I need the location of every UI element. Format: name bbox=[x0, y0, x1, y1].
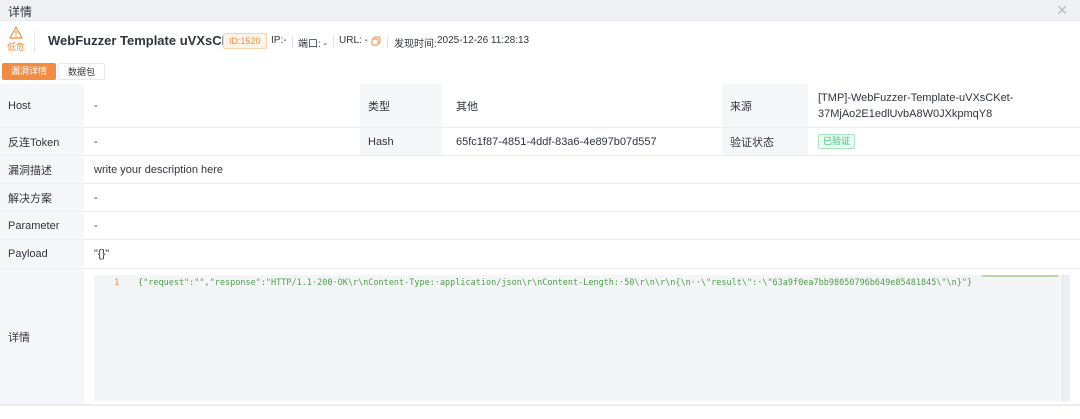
found-time-value: 2025-12-26 11:28:13 bbox=[437, 35, 530, 46]
desc-label: 漏洞描述 bbox=[0, 156, 84, 183]
desc-value: write your description here bbox=[86, 156, 1080, 183]
url-label: URL: - bbox=[339, 35, 368, 46]
table-row: Payload "{}" bbox=[0, 240, 1080, 269]
found-time-label: 发现时间: bbox=[394, 39, 437, 50]
token-value: - bbox=[86, 128, 358, 155]
source-value: [TMP]-WebFuzzer-Template-uVXsCKet- 37MjA… bbox=[810, 84, 1080, 127]
port-label: 端口: - bbox=[298, 39, 327, 50]
tab-vuln-detail[interactable]: 漏洞详情 bbox=[2, 63, 56, 80]
parameter-value: - bbox=[86, 212, 1080, 239]
table-row: Host - 类型 其他 来源 [TMP]-WebFuzzer-Template… bbox=[0, 84, 1080, 128]
parameter-label: Parameter bbox=[0, 212, 84, 239]
host-value: - bbox=[86, 84, 358, 127]
meta-separator bbox=[292, 36, 293, 47]
window-titlebar: 详情 ✕ bbox=[0, 0, 1080, 21]
bottom-border bbox=[0, 405, 1080, 406]
table-row: 漏洞描述 write your description here bbox=[0, 156, 1080, 184]
verify-label: 验证状态 bbox=[722, 128, 808, 155]
type-label: 类型 bbox=[360, 84, 442, 127]
vuln-title: WebFuzzer Template uVXsCKet bbox=[48, 33, 243, 48]
type-value: 其他 bbox=[448, 84, 718, 127]
risk-label: 低危 bbox=[6, 42, 25, 52]
line-number: 1 bbox=[114, 278, 120, 288]
hash-label: Hash bbox=[360, 128, 442, 155]
window-title: 详情 bbox=[8, 5, 33, 19]
table-row: 解决方案 - bbox=[0, 184, 1080, 212]
solution-label: 解决方案 bbox=[0, 184, 84, 211]
close-icon[interactable]: ✕ bbox=[1056, 1, 1068, 19]
meta-separator bbox=[333, 36, 334, 47]
token-label: 反连Token bbox=[0, 128, 84, 155]
tab-packet[interactable]: 数据包 bbox=[58, 63, 105, 80]
solution-value: - bbox=[86, 184, 1080, 211]
copy-icon[interactable] bbox=[371, 35, 381, 49]
minimap[interactable] bbox=[982, 275, 1058, 277]
table-row: 详情 1 {"request":"","response":"HTTP/1.1·… bbox=[0, 269, 1080, 405]
host-label: Host bbox=[0, 84, 84, 127]
vuln-header: 低危 WebFuzzer Template uVXsCKet ID:1520 I… bbox=[0, 22, 1080, 60]
id-tag: ID:1520 bbox=[223, 33, 267, 49]
source-value-line2: 37MjAo2E1edlUvbA8W0JXkpmqY8 bbox=[818, 107, 993, 120]
meta-separator bbox=[387, 36, 388, 47]
payload-value: "{}" bbox=[86, 240, 1080, 268]
scrollbar[interactable] bbox=[1062, 275, 1070, 401]
source-label: 来源 bbox=[722, 84, 808, 127]
table-row: 反连Token - Hash 65fc1f87-4851-4ddf-83a6-4… bbox=[0, 128, 1080, 156]
code-line: {"request":"","response":"HTTP/1.1·200·O… bbox=[138, 278, 973, 288]
header-divider bbox=[34, 31, 35, 53]
hash-value: 65fc1f87-4851-4ddf-83a6-4e897b07d557 bbox=[448, 128, 718, 155]
verified-badge: 已验证 bbox=[818, 134, 856, 149]
payload-label: Payload bbox=[0, 240, 84, 268]
warning-icon bbox=[9, 26, 23, 39]
source-value-line1: [TMP]-WebFuzzer-Template-uVXsCKet- bbox=[818, 91, 1014, 104]
verify-value: 已验证 bbox=[810, 128, 1080, 155]
risk-level: 低危 bbox=[4, 26, 28, 53]
detail-label: 详情 bbox=[0, 269, 84, 404]
ip-label: IP:- bbox=[271, 35, 287, 46]
table-row: Parameter - bbox=[0, 212, 1080, 240]
code-editor[interactable]: 1 {"request":"","response":"HTTP/1.1·200… bbox=[94, 275, 1070, 401]
